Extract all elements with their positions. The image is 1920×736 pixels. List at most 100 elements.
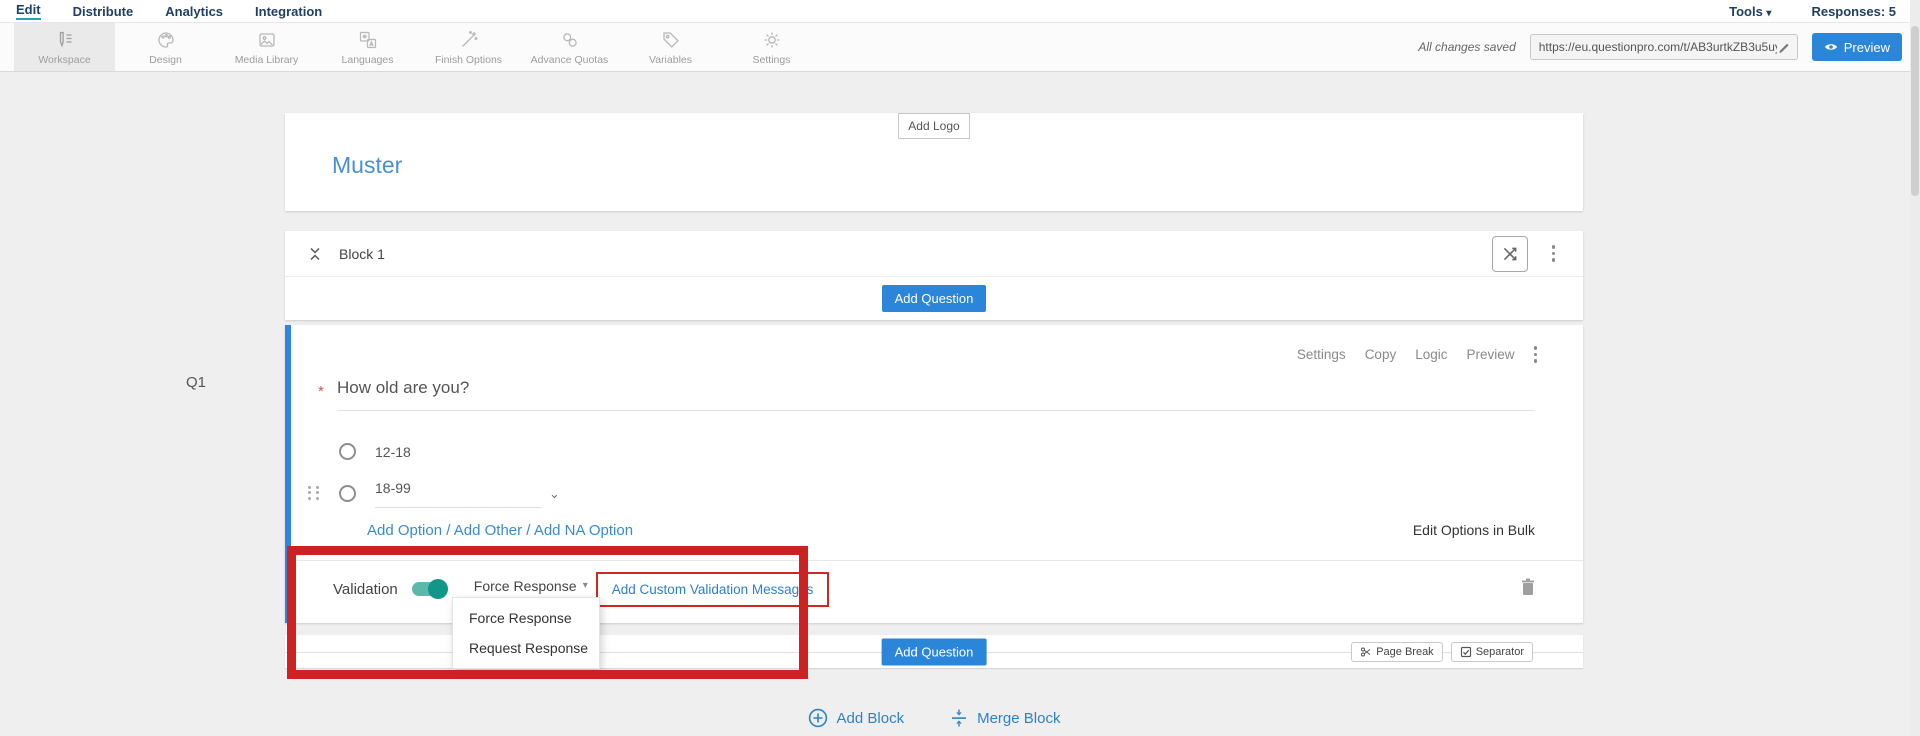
question-actions: Settings Copy Logic Preview [291,325,1583,363]
toolbar-item-settings[interactable]: Settings [721,23,822,71]
edit-pencil-icon[interactable] [1777,40,1791,54]
toggle-knob [428,579,448,599]
dropdown-option-force-response[interactable]: Force Response [453,603,599,633]
add-question-band: Add Question [285,277,1583,320]
add-na-option-link[interactable]: Add NA Option [534,522,633,539]
vertical-scrollbar[interactable] [1910,0,1920,736]
survey-url-input[interactable] [1539,40,1777,54]
toolbar-item-workspace[interactable]: Workspace [14,23,115,71]
merge-icon [950,709,968,727]
scrollbar-thumb[interactable] [1911,26,1919,196]
radio-button[interactable] [339,443,356,460]
block-card: Block 1 Add Question [285,231,1583,320]
trash-icon [1519,577,1537,597]
option-label[interactable]: 18-99 [375,480,411,496]
question-card: Settings Copy Logic Preview * How old ar… [285,325,1583,623]
languages-icon [357,29,379,51]
add-question-button-top[interactable]: Add Question [882,285,987,312]
shuffle-icon [1501,245,1519,263]
chain-link-icon [559,29,581,51]
page-break-button[interactable]: Page Break [1351,642,1442,662]
toolbar-item-media-library[interactable]: Media Library [216,23,317,71]
chevron-down-icon: ▾ [583,580,588,591]
drag-handle[interactable] [308,486,321,500]
separator-button[interactable]: Separator [1451,642,1533,662]
tab-analytics[interactable]: Analytics [165,4,223,19]
add-logo-button[interactable]: Add Logo [898,113,969,139]
tools-menu[interactable]: Tools ▾ [1729,4,1771,19]
link-separator: / [522,522,534,539]
question-logic-link[interactable]: Logic [1415,347,1447,362]
block-actions: Add Block Merge Block [285,708,1583,728]
tab-edit[interactable]: Edit [16,2,41,20]
survey-editor-canvas: Add Logo Muster Block 1 Add Question [0,72,1920,736]
toolbar-item-label: Workspace [38,54,90,66]
add-question-button-bottom[interactable]: Add Question [882,638,987,665]
magic-wand-icon [458,29,480,51]
chevron-down-icon: ▾ [1766,8,1771,19]
question-preview-link[interactable]: Preview [1466,347,1514,362]
gear-icon [761,29,783,51]
survey-url-field[interactable] [1530,34,1798,60]
validation-label: Validation [333,581,398,598]
block-header: Block 1 [285,231,1583,277]
option-links-row: Add Option / Add Other / Add NA Option E… [367,522,1535,539]
question-menu-button[interactable] [1534,346,1538,363]
tab-integration[interactable]: Integration [255,4,322,19]
chevron-down-icon[interactable]: ⌄ [549,486,560,502]
block-menu-button[interactable] [1552,245,1556,262]
toolbar-item-advance-quotas[interactable]: Advance Quotas [519,23,620,71]
page-break-icon [1360,646,1372,658]
toolbar-item-label: Advance Quotas [531,54,609,66]
palette-icon [155,29,177,51]
toolbar-item-label: Settings [753,54,791,66]
toolbar-item-label: Design [149,54,182,66]
add-block-button[interactable]: Add Block [808,708,905,728]
collapse-block-icon[interactable] [307,246,323,262]
checkbox-icon [1460,646,1472,658]
toolbar-item-languages[interactable]: Languages [317,23,418,71]
validation-toggle[interactable] [412,582,446,596]
randomize-questions-button[interactable] [1492,236,1528,272]
toolbar-item-label: Media Library [235,54,299,66]
editor-toolbar: Workspace Design Media Library Languages… [0,22,1920,72]
required-asterisk: * [318,378,337,411]
edit-options-in-bulk-link[interactable]: Edit Options in Bulk [1413,522,1535,538]
question-title-row: * How old are you? [318,378,1535,411]
survey-title[interactable]: Muster [332,152,1583,179]
question-settings-link[interactable]: Settings [1297,347,1346,362]
plus-circle-icon [808,708,828,728]
block-title[interactable]: Block 1 [339,246,385,262]
validation-type-dropdown: Force Response Request Response [452,597,600,669]
toolbar-item-variables[interactable]: Variables [620,23,721,71]
add-custom-validation-messages-button[interactable]: Add Custom Validation Messages [596,572,830,607]
add-other-link[interactable]: Add Other [454,522,522,539]
option-label[interactable]: 12-18 [375,444,411,460]
tab-distribute[interactable]: Distribute [73,4,134,19]
question-text[interactable]: How old are you? [337,378,1535,411]
link-separator: / [442,522,454,539]
add-option-link[interactable]: Add Option [367,522,442,539]
tag-icon [660,29,682,51]
answer-option-row: 18-99 ⌄ [339,480,1583,508]
top-navigation: Edit Distribute Analytics Integration To… [0,0,1920,22]
survey-header-card: Add Logo Muster [285,113,1583,211]
toolbar-item-design[interactable]: Design [115,23,216,71]
dropdown-option-request-response[interactable]: Request Response [453,633,599,663]
toolbar-item-label: Finish Options [435,54,502,66]
delete-question-button[interactable] [1519,577,1537,602]
eye-icon [1824,42,1838,52]
workspace-icon [54,29,76,51]
toolbar-item-finish-options[interactable]: Finish Options [418,23,519,71]
question-id-label: Q1 [186,374,206,391]
image-icon [256,29,278,51]
radio-button[interactable] [339,485,356,502]
answer-option-row: 12-18 [339,438,1583,466]
preview-button[interactable]: Preview [1812,33,1902,61]
toolbar-item-label: Languages [342,54,394,66]
question-copy-link[interactable]: Copy [1365,347,1397,362]
responses-count[interactable]: Responses: 5 [1811,4,1896,19]
merge-block-button[interactable]: Merge Block [950,708,1060,728]
save-status: All changes saved [1418,40,1515,54]
toolbar-item-label: Variables [649,54,692,66]
